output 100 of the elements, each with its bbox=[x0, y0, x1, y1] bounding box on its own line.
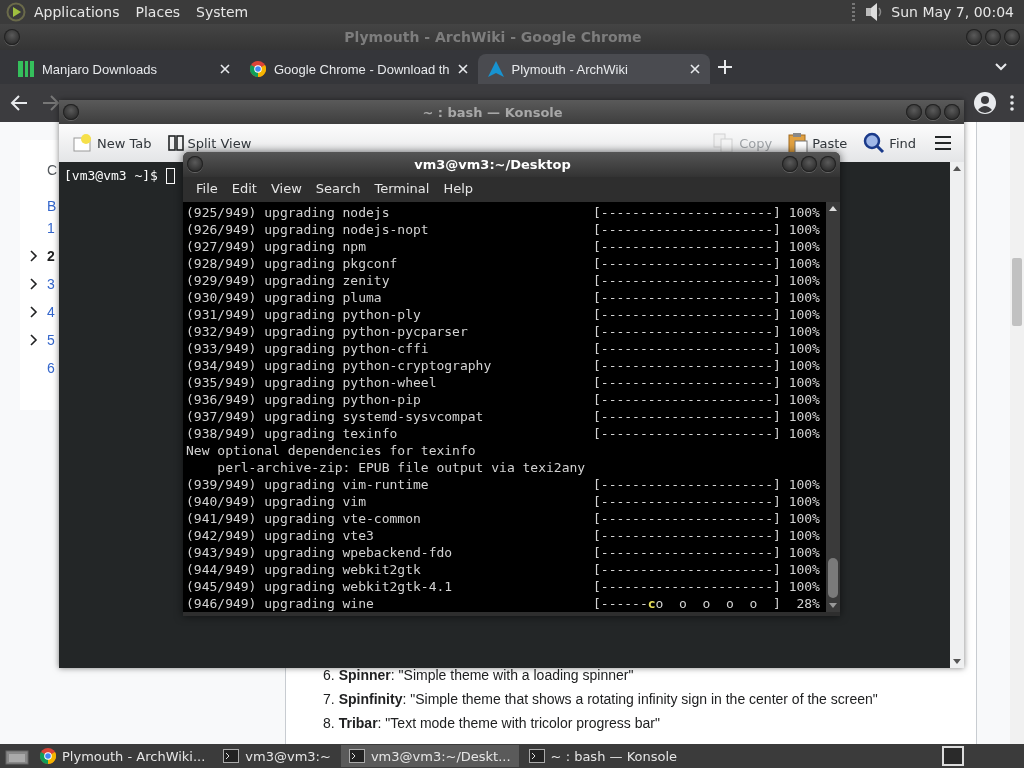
back-icon[interactable] bbox=[10, 95, 28, 111]
close-icon[interactable] bbox=[220, 64, 230, 74]
taskbar-item[interactable]: vm3@vm3:~/Deskt... bbox=[340, 745, 519, 767]
terminal-line: (926/949) upgrading nodejs-nopt bbox=[186, 221, 430, 238]
toolbar-button[interactable]: New Tab bbox=[67, 132, 158, 154]
toolbar-button[interactable]: Find bbox=[857, 130, 922, 156]
terminal-line: (929/949) upgrading zenity bbox=[186, 272, 391, 289]
logo-icon[interactable] bbox=[6, 2, 26, 22]
panel-menu[interactable]: Applications bbox=[26, 4, 128, 20]
workspace-icon[interactable] bbox=[942, 746, 964, 766]
text-cursor bbox=[165, 168, 175, 184]
terminal-line: (942/949) upgrading vte3 bbox=[186, 527, 375, 544]
clock[interactable]: Sun May 7, 00:04 bbox=[883, 4, 1024, 20]
magnifier-icon bbox=[863, 132, 886, 154]
plus-icon[interactable] bbox=[717, 60, 732, 74]
percent-text: 100% bbox=[787, 510, 820, 527]
more-icon[interactable] bbox=[1010, 95, 1014, 111]
panel-menu[interactable]: System bbox=[188, 4, 257, 20]
taskbar-item[interactable]: vm3@vm3:~ bbox=[215, 745, 339, 767]
sidebar-heading: C bbox=[47, 162, 58, 178]
percent-text: 100% bbox=[787, 255, 820, 272]
sidebar-link[interactable]: 5 bbox=[47, 332, 55, 348]
percent-text: 100% bbox=[787, 204, 820, 221]
window-title: ~ : bash — Konsole bbox=[421, 104, 564, 120]
terminal-line: (938/949) upgrading texinfo bbox=[186, 425, 399, 442]
terminal-line: perl-archive-zip: EPUB file output via texi2any bbox=[216, 459, 587, 476]
progress-text: [----------------------] bbox=[593, 204, 781, 221]
scroll-up-icon[interactable] bbox=[953, 166, 961, 171]
menu-item[interactable]: Help bbox=[436, 180, 481, 196]
terminal-icon bbox=[223, 749, 240, 763]
sidebar-link[interactable]: 2 bbox=[47, 248, 55, 264]
taskbar-item[interactable]: Plymouth - ArchWiki... bbox=[32, 745, 214, 767]
chevron-icon[interactable] bbox=[30, 250, 38, 262]
panel-menu[interactable]: Places bbox=[127, 4, 189, 20]
avatar-icon[interactable] bbox=[974, 92, 996, 114]
browser-tab[interactable]: Plymouth - ArchWiki bbox=[477, 54, 710, 84]
close-icon[interactable] bbox=[457, 64, 468, 74]
progress-text: [----------------------] bbox=[593, 544, 781, 561]
terminal-line: (935/949) upgrading python-wheel bbox=[186, 374, 438, 391]
percent-text: 100% bbox=[787, 238, 820, 255]
menu-item[interactable]: Search bbox=[308, 180, 368, 196]
scrollbar[interactable] bbox=[1010, 122, 1024, 744]
progress-text: [----------------------] bbox=[593, 272, 781, 289]
browser-tab[interactable]: Google Chrome - Download th bbox=[240, 54, 478, 84]
terminal-line: (943/949) upgrading wpebackend-fdo bbox=[186, 544, 454, 561]
scroll-thumb[interactable] bbox=[1012, 258, 1022, 326]
terminal-line: (932/949) upgrading python-pycparser bbox=[186, 323, 469, 340]
sidebar-link[interactable]: 3 bbox=[47, 276, 55, 292]
taskbar-item[interactable]: ~ : bash — Konsole bbox=[520, 745, 686, 767]
percent-text: 100% bbox=[787, 408, 820, 425]
terminal-line: (945/949) upgrading webkit2gtk-4.1 bbox=[186, 578, 454, 595]
sidebar-link[interactable]: 4 bbox=[47, 304, 55, 320]
percent-text: 100% bbox=[787, 544, 820, 561]
progress-text: [----------------------] bbox=[593, 357, 781, 374]
scroll-up-icon[interactable] bbox=[829, 206, 837, 211]
close-icon[interactable] bbox=[689, 64, 700, 74]
terminal-line: (936/949) upgrading python-pip bbox=[186, 391, 422, 408]
progress-text: [----------------------] bbox=[593, 510, 781, 527]
scroll-down-icon[interactable] bbox=[829, 603, 837, 608]
chevron-icon[interactable] bbox=[30, 334, 38, 346]
forward-icon[interactable] bbox=[42, 95, 60, 111]
menu-item[interactable]: View bbox=[263, 180, 309, 196]
list-number: 8. bbox=[323, 714, 335, 733]
toolbar-button[interactable]: Split View bbox=[161, 133, 258, 153]
scrollbar[interactable] bbox=[826, 202, 840, 612]
chevron-down-icon[interactable] bbox=[994, 62, 1008, 72]
progress-text: [----------------------] bbox=[593, 323, 781, 340]
scroll-thumb[interactable] bbox=[828, 558, 838, 598]
list-number: 6. bbox=[323, 666, 335, 685]
scrollbar[interactable] bbox=[950, 162, 964, 668]
sidebar-link[interactable]: 1 bbox=[47, 220, 55, 236]
chevron-icon[interactable] bbox=[30, 306, 38, 318]
percent-text: 100% bbox=[787, 289, 820, 306]
percent-text: 100% bbox=[787, 306, 820, 323]
menu-item[interactable]: Edit bbox=[224, 180, 264, 196]
sidebar-link[interactable]: 6 bbox=[47, 360, 55, 376]
percent-text: 100% bbox=[787, 374, 820, 391]
list-number: 7. bbox=[323, 690, 335, 709]
scroll-down-icon[interactable] bbox=[953, 659, 961, 664]
list-text: Spinner: "Simple theme with a loading spinner" bbox=[338, 666, 634, 685]
browser-tab[interactable]: Manjaro Downloads bbox=[8, 54, 240, 84]
terminal-line: (939/949) upgrading vim-runtime bbox=[186, 476, 430, 493]
menu-icon[interactable] bbox=[934, 135, 952, 151]
window-title: vm3@vm3:~/Desktop bbox=[413, 156, 572, 172]
menu-item[interactable]: File bbox=[189, 180, 225, 196]
percent-text: 100% bbox=[787, 221, 820, 238]
percent-text: 100% bbox=[787, 476, 820, 493]
chevron-icon[interactable] bbox=[30, 278, 38, 290]
progress-text: [----------------------] bbox=[593, 527, 781, 544]
speaker-icon[interactable] bbox=[865, 2, 884, 22]
progress-text: [----------------------] bbox=[593, 391, 781, 408]
menu-item[interactable]: Terminal bbox=[367, 180, 437, 196]
terminal-line: (944/949) upgrading webkit2gtk bbox=[186, 561, 422, 578]
sidebar-link[interactable]: B bbox=[47, 198, 57, 214]
terminal-line: (925/949) upgrading nodejs bbox=[186, 204, 391, 221]
terminal-icon bbox=[348, 749, 365, 763]
percent-text: 100% bbox=[787, 527, 820, 544]
shell-prompt: [vm3@vm3 ~]$ bbox=[64, 168, 158, 183]
percent-text: 100% bbox=[787, 561, 820, 578]
terminal-line: (933/949) upgrading python-cffi bbox=[186, 340, 430, 357]
